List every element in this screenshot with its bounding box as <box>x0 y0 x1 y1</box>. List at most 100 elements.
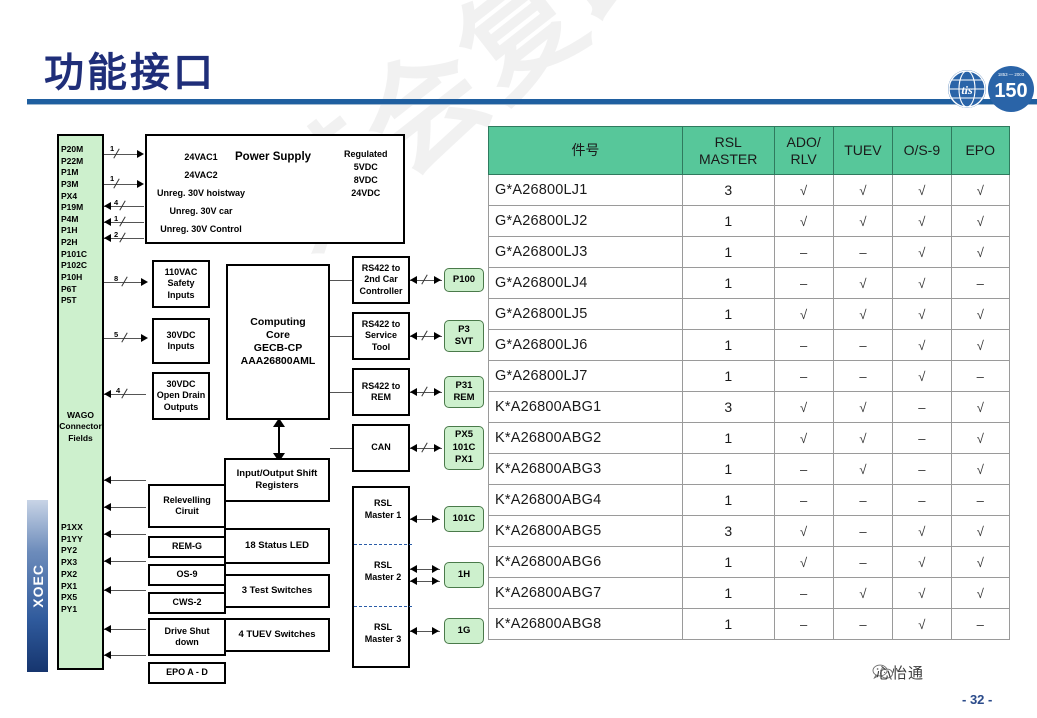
cell-os9-mark: √ <box>892 267 952 299</box>
wago-pin-label: P22M <box>61 155 84 166</box>
table-row[interactable]: G*A26800LJ7 1– – √ – <box>488 360 1011 392</box>
relevelling-circuit-box: Relevelling Ciruit <box>148 484 226 528</box>
cell-epo-mark: – <box>950 267 1011 299</box>
safety-inputs-box-line: Safety <box>167 278 195 289</box>
table-row[interactable]: G*A26800LJ3 1– – √ √ <box>488 236 1011 268</box>
port-p31-rem[interactable]: P31 REM <box>444 376 484 408</box>
table-row[interactable]: K*A26800ABG3 1– √ – √ <box>488 453 1011 485</box>
table-row[interactable]: G*A26800LJ6 1– – √ √ <box>488 329 1011 361</box>
port-p100[interactable]: P100 <box>444 268 484 292</box>
port-1g-line: 1G <box>457 624 471 636</box>
wire-count: 4 <box>116 386 121 395</box>
rsl-master-stack: RSL Master 1 RSL Master 2 RSL Master 3 <box>352 486 412 668</box>
functional-interface-diagram: P20M P22M P1M P3M PX4 P19M P4M P1H P2H P101C P102C… <box>48 122 488 684</box>
rsl-master-line: Master 1 <box>364 509 402 520</box>
wire-arrow-icon <box>432 565 439 573</box>
rsl-master-line: Master 3 <box>364 633 402 644</box>
safety-inputs-box-line: Inputs <box>167 289 195 300</box>
wire-arrow-icon <box>410 515 417 523</box>
wire-arrow-icon <box>432 577 439 585</box>
rsl-master-line: RSL <box>374 498 392 508</box>
power-supply-input-label: 24VAC1 <box>184 152 218 162</box>
part-feature-table: 件号 RSL MASTER ADO/RLV TUEV O/S-9 EPO G*A2… <box>488 126 1011 640</box>
column-header-line: EPO <box>965 142 996 159</box>
cell-rsl-master-count: 1 <box>681 329 775 361</box>
wire-arrow-icon <box>410 276 417 284</box>
cell-epo-mark: √ <box>950 205 1011 237</box>
wire-arrow-icon <box>137 180 144 188</box>
open-drain-outputs-box: 30VDC Open Drain Outputs <box>152 372 210 420</box>
column-header-line: ADO/ <box>786 134 821 151</box>
wago-pin-label: P102C <box>61 260 87 271</box>
cell-epo-mark: √ <box>950 546 1011 578</box>
power-supply-output-label: 8VDC <box>353 175 378 186</box>
power-supply-input-label: Unreg. 30V Control <box>160 224 242 234</box>
cell-epo-mark: √ <box>950 298 1011 330</box>
cell-os9-mark: √ <box>892 577 952 609</box>
table-row[interactable]: K*A26800ABG5 3 √ – √ √ <box>488 515 1011 547</box>
cell-epo-mark: √ <box>950 174 1011 206</box>
can-box-line: CAN <box>371 442 391 453</box>
wago-pin-label: P101C <box>61 248 87 259</box>
port-101c[interactable]: 101C <box>444 506 484 532</box>
cell-rsl-master-count: 3 <box>681 515 775 547</box>
port-1g[interactable]: 1G <box>444 618 484 644</box>
table-row[interactable]: G*A26800LJ5 1 √ √ √ √ <box>488 298 1011 330</box>
cell-os9-mark: – <box>892 391 952 423</box>
tuev-switches-box: 4 TUEV Switches <box>224 618 330 652</box>
port-px5-101c-px1[interactable]: PX5 101C PX1 <box>444 426 484 470</box>
cell-rsl-master-count: 1 <box>681 267 775 299</box>
wago-pin-label: P3M <box>61 178 79 189</box>
table-row[interactable]: K*A26800ABG8 1– – √ – <box>488 608 1011 640</box>
drive-shutdown-box-line: Drive Shut <box>164 625 210 636</box>
cell-ado-mark: – <box>773 453 834 485</box>
column-header-ado-rlv[interactable]: ADO/RLV <box>773 126 834 175</box>
table-row[interactable]: K*A26800ABG1 3 √ √ – √ <box>488 391 1011 423</box>
table-row[interactable]: K*A26800ABG4 1– – – – <box>488 484 1011 516</box>
table-row[interactable]: G*A26800LJ2 1 √ √ √ √ <box>488 205 1011 237</box>
wire-arrow-icon <box>104 218 111 226</box>
cell-epo-mark: √ <box>950 422 1011 454</box>
column-header-tuev[interactable]: TUEV <box>832 126 894 175</box>
power-supply-outputs: Regulated 5VDC 8VDC 24VDC <box>344 148 388 200</box>
wire-arrow-icon <box>432 515 439 523</box>
wire-count: 8 <box>114 274 119 283</box>
wire-arrow-icon <box>104 476 111 484</box>
cws-2-box: CWS-2 <box>148 592 226 614</box>
cell-rsl-master-count: 1 <box>681 236 775 268</box>
column-header-os-9[interactable]: O/S-9 <box>892 126 952 175</box>
rs422-rem-box-line: REM <box>370 392 391 402</box>
cell-ado-mark: √ <box>773 174 834 206</box>
cell-epo-mark: – <box>950 608 1011 640</box>
wago-bottom-labels: P1XX P1YY PY2 PX3 PX2 PX1 PX5 PY1 <box>61 522 105 616</box>
table-row[interactable]: K*A26800ABG7 1– √ √ √ <box>488 577 1011 609</box>
rem-g-box-line: REM-G <box>172 541 202 552</box>
status-led-box: 18 Status LED <box>224 528 330 564</box>
table-row[interactable]: K*A26800ABG6 1 √ – √ √ <box>488 546 1011 578</box>
port-p3-svt[interactable]: P3 SVT <box>444 320 484 352</box>
table-row[interactable]: G*A26800LJ4 1– √ √ – <box>488 267 1011 299</box>
computing-core-line: AAA26800AML <box>240 355 316 368</box>
anniversary-150-logo-icon: 150 1853 — 2003 <box>988 66 1034 112</box>
table-row[interactable]: G*A26800LJ1 3 √ √ √ √ <box>488 174 1011 206</box>
column-header-line: MASTER <box>699 150 758 167</box>
column-header-epo[interactable]: EPO <box>950 126 1011 175</box>
table-row[interactable]: K*A26800ABG2 1 √ √ – √ <box>488 422 1011 454</box>
port-1h[interactable]: 1H <box>444 562 484 588</box>
column-header-part[interactable]: 件号 <box>488 126 683 175</box>
table-body: G*A26800LJ1 3 √ √ √ √ G*A26800LJ2 1 √ √ √ √ G*A26800… <box>488 174 1011 640</box>
rs422-2nd-car-box-line: RS422 to <box>361 263 401 274</box>
cell-epo-mark: √ <box>950 577 1011 609</box>
column-header-rsl-master[interactable]: RSL MASTER <box>681 126 775 175</box>
cell-rsl-master-count: 3 <box>681 174 775 206</box>
cell-epo-mark: √ <box>950 515 1011 547</box>
computing-core-line: GECB-CP <box>253 342 303 354</box>
wago-title-line: Fields <box>68 432 93 443</box>
wago-title-line: Connector <box>59 421 102 432</box>
wire-arrow-icon <box>410 565 417 573</box>
power-supply-title: Power Supply <box>235 151 312 163</box>
wago-pin-label: P6T <box>61 283 77 294</box>
wago-pin-label: PY2 <box>61 545 78 556</box>
open-drain-outputs-box-line: Outputs <box>163 401 199 412</box>
cell-tuev-mark: – <box>832 608 894 640</box>
